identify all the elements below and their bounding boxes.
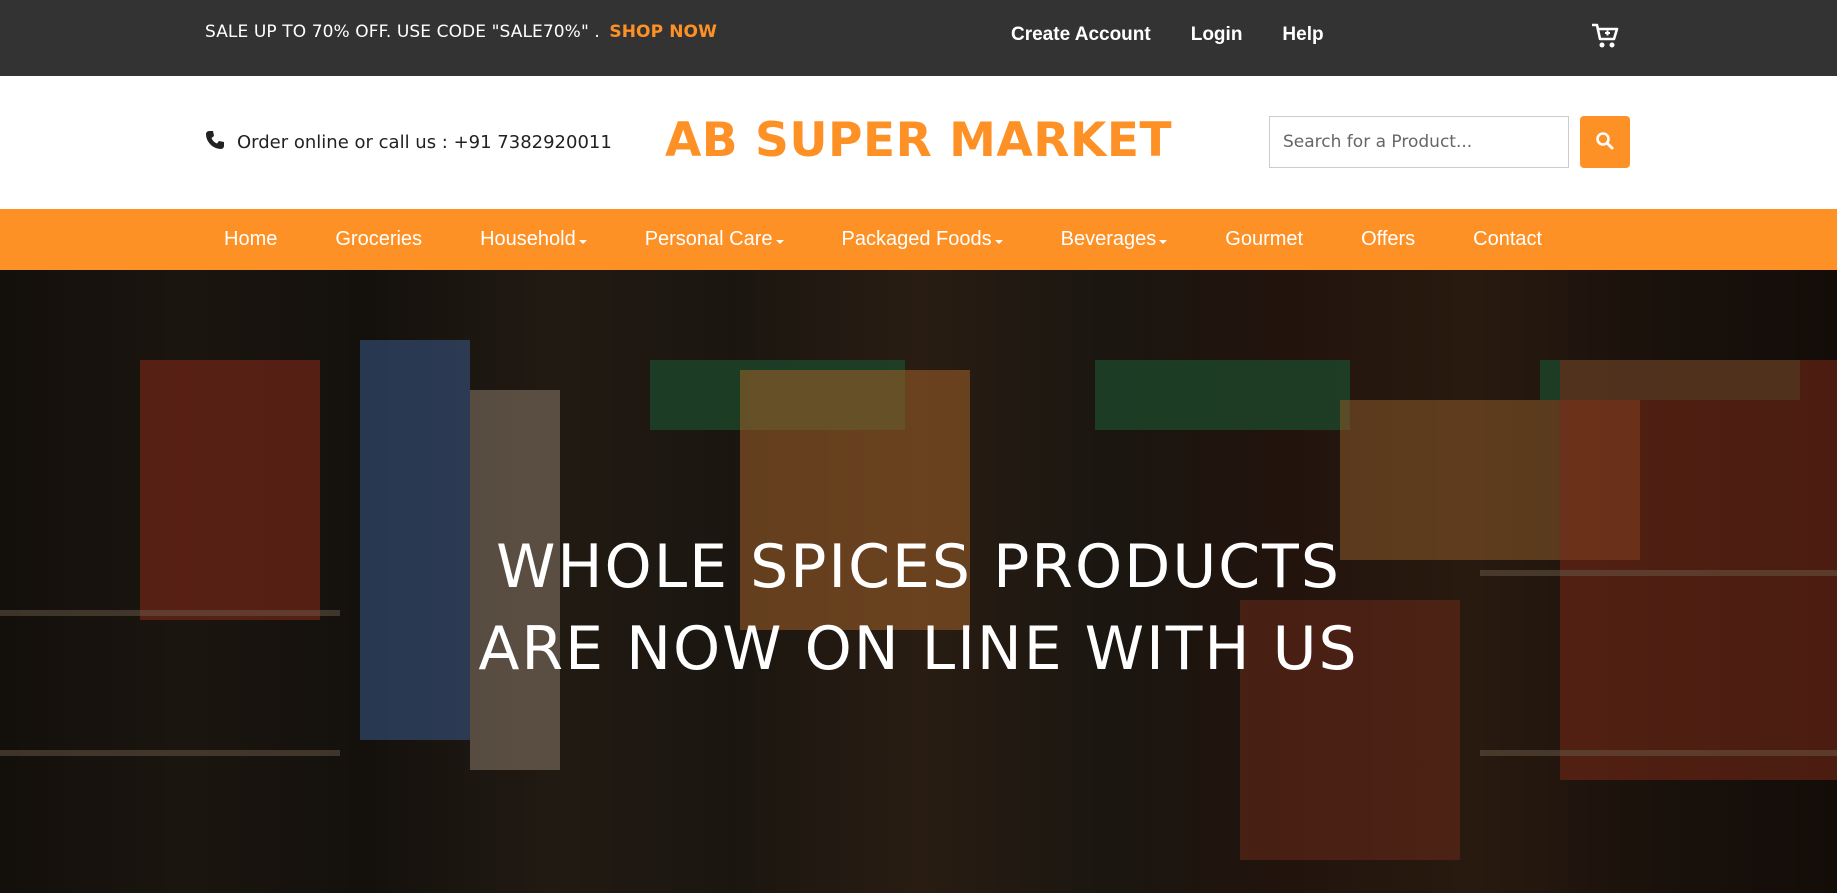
nav-item-household[interactable]: Household bbox=[451, 228, 616, 251]
promo-banner: SALE UP TO 70% OFF. USE CODE "SALE70%" .… bbox=[205, 22, 717, 42]
hero-line-2: ARE NOW ON LINE WITH US bbox=[478, 614, 1359, 684]
hero-headline: WHOLE SPICES PRODUCTS ARE NOW ON LINE WI… bbox=[0, 526, 1837, 690]
search-icon bbox=[1595, 131, 1615, 154]
help-link[interactable]: Help bbox=[1282, 24, 1323, 46]
nav-item-label: Packaged Foods bbox=[841, 228, 992, 250]
cart-icon[interactable] bbox=[1590, 22, 1620, 50]
shelf-decoration bbox=[1480, 750, 1837, 756]
nav-item-label: Gourmet bbox=[1225, 228, 1304, 250]
nav-item-offers[interactable]: Offers bbox=[1332, 228, 1444, 251]
promo-text: SALE UP TO 70% OFF. USE CODE "SALE70%" . bbox=[205, 22, 600, 42]
nav-item-label: Groceries bbox=[335, 228, 423, 250]
hero-line-1: WHOLE SPICES PRODUCTS bbox=[496, 532, 1341, 602]
nav-menu: Home Groceries Household Personal Care P… bbox=[195, 209, 1571, 270]
nav-item-beverages[interactable]: Beverages bbox=[1032, 228, 1197, 251]
nav-item-gourmet[interactable]: Gourmet bbox=[1196, 228, 1332, 251]
search-button[interactable] bbox=[1580, 116, 1630, 168]
nav-item-label: Home bbox=[224, 228, 278, 250]
caret-down-icon bbox=[994, 239, 1003, 244]
account-links: Create Account Login Help bbox=[1011, 24, 1324, 46]
nav-item-personal-care[interactable]: Personal Care bbox=[616, 228, 813, 251]
nav-item-label: Personal Care bbox=[644, 228, 773, 250]
shelf-decoration bbox=[0, 750, 340, 756]
login-link[interactable]: Login bbox=[1191, 24, 1243, 46]
top-bar: SALE UP TO 70% OFF. USE CODE "SALE70%" .… bbox=[0, 0, 1837, 76]
create-account-link[interactable]: Create Account bbox=[1011, 24, 1151, 46]
site-header: Order online or call us : +91 7382920011… bbox=[0, 76, 1837, 209]
caret-down-icon bbox=[1159, 239, 1168, 244]
nav-item-packaged-foods[interactable]: Packaged Foods bbox=[813, 228, 1032, 251]
main-nav: Home Groceries Household Personal Care P… bbox=[0, 209, 1837, 270]
caret-down-icon bbox=[775, 239, 784, 244]
nav-item-label: Household bbox=[480, 228, 576, 250]
nav-item-home[interactable]: Home bbox=[195, 228, 306, 251]
nav-item-label: Contact bbox=[1473, 228, 1543, 250]
shop-now-link[interactable]: SHOP NOW bbox=[609, 22, 717, 42]
hero-banner: WHOLE SPICES PRODUCTS ARE NOW ON LINE WI… bbox=[0, 270, 1837, 893]
search-input[interactable] bbox=[1269, 116, 1569, 168]
aisle-sign-decoration bbox=[1095, 360, 1350, 430]
nav-item-groceries[interactable]: Groceries bbox=[306, 228, 451, 251]
nav-item-label: Beverages bbox=[1060, 228, 1157, 250]
caret-down-icon bbox=[578, 239, 587, 244]
nav-item-contact[interactable]: Contact bbox=[1444, 228, 1571, 251]
nav-item-label: Offers bbox=[1361, 228, 1416, 250]
